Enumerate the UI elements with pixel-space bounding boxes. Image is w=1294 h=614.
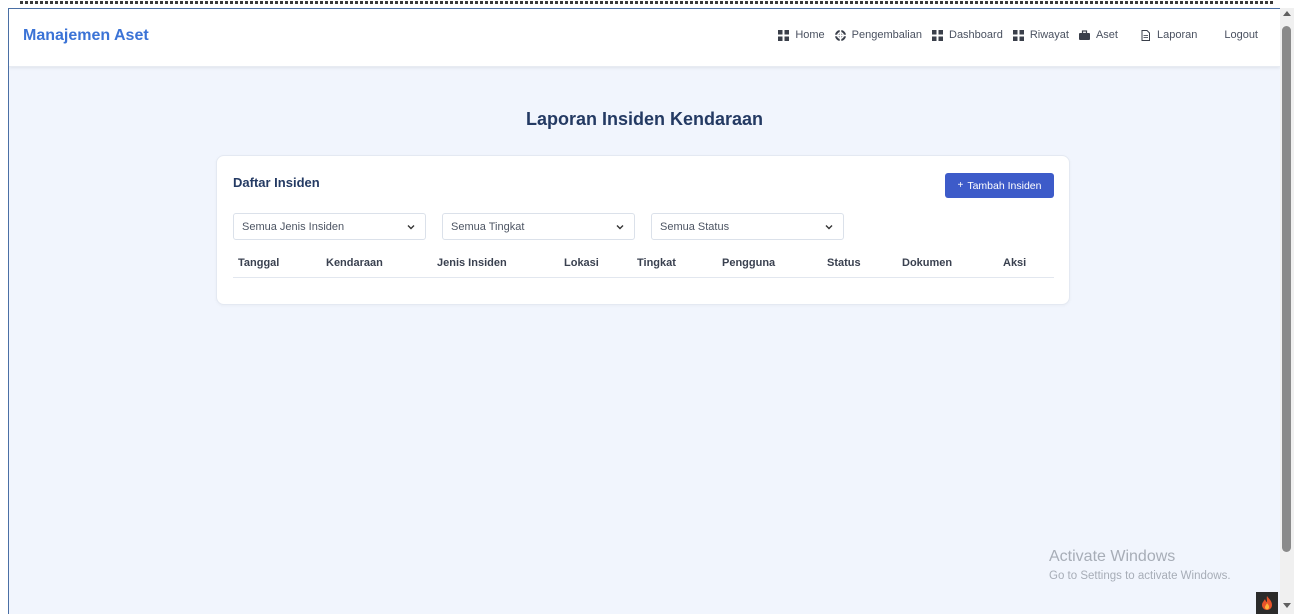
grid-icon (932, 29, 943, 41)
logout-link[interactable]: Logout (1224, 29, 1258, 41)
nav-item-label: Pengembalian (851, 29, 922, 41)
nav-item-dashboard[interactable]: Dashboard (932, 29, 1003, 41)
scroll-down-arrow-icon[interactable] (1283, 603, 1291, 608)
filter-tingkat-value: Semua Tingkat (451, 220, 525, 233)
navbar: Manajemen Aset Home Pengembalian Dashboa… (9, 9, 1280, 67)
briefcase-icon (1078, 29, 1090, 41)
activate-windows-watermark: Activate Windows Go to Settings to activ… (1049, 548, 1231, 582)
add-incident-button[interactable]: + Tambah Insiden (945, 173, 1054, 198)
column-header-status: Status (827, 257, 861, 269)
nav-item-riwayat[interactable]: Riwayat (1012, 29, 1069, 41)
top-strip (0, 0, 1294, 8)
nav-item-label: Dashboard (949, 29, 1003, 41)
scrollbar-thumb[interactable] (1282, 26, 1291, 552)
plus-icon: + (957, 180, 964, 191)
column-header-tingkat: Tingkat (637, 257, 676, 269)
watermark-title: Activate Windows (1049, 548, 1176, 565)
column-header-kendaraan: Kendaraan (326, 257, 383, 269)
nav-item-aset[interactable]: Aset (1078, 29, 1118, 41)
chevron-down-icon (406, 222, 416, 232)
vertical-scrollbar[interactable] (1280, 8, 1294, 614)
nav-item-label: Home (795, 29, 825, 41)
dashed-border (20, 1, 1274, 4)
nav-item-label: Laporan (1156, 29, 1198, 41)
nav-item-label: Riwayat (1029, 29, 1069, 41)
scroll-up-arrow-icon[interactable] (1283, 11, 1291, 16)
incident-card: Daftar Insiden + Tambah Insiden Semua Je… (216, 155, 1070, 305)
add-incident-label: Tambah Insiden (967, 179, 1042, 192)
table-header: Tanggal Kendaraan Jenis Insiden Lokasi T… (233, 256, 1054, 278)
filter-jenis-value: Semua Jenis Insiden (242, 220, 345, 233)
filter-status-value: Semua Status (660, 220, 730, 233)
card-title: Daftar Insiden (233, 175, 320, 190)
column-header-aksi: Aksi (1003, 257, 1027, 269)
filter-jenis-insiden[interactable]: Semua Jenis Insiden (233, 213, 426, 240)
nav-item-laporan[interactable]: Laporan (1140, 29, 1197, 41)
browser-viewport: Manajemen Aset Home Pengembalian Dashboa… (8, 8, 1280, 614)
chevron-down-icon (615, 222, 625, 232)
lifebuoy-icon (834, 29, 846, 41)
column-header-pengguna: Pengguna (722, 257, 776, 269)
column-header-lokasi: Lokasi (564, 257, 599, 269)
column-header-dokumen: Dokumen (902, 257, 953, 269)
brand-logo[interactable]: Manajemen Aset (23, 27, 149, 45)
filter-status[interactable]: Semua Status (651, 213, 844, 240)
nav-item-pengembalian[interactable]: Pengembalian (834, 29, 922, 41)
column-header-tanggal: Tanggal (238, 257, 280, 269)
nav-item-home[interactable]: Home (778, 29, 825, 41)
main-nav: Home Pengembalian Dashboard Riwayat Aset… (768, 29, 1258, 41)
flame-icon[interactable] (1256, 592, 1278, 614)
column-header-jenis-insiden: Jenis Insiden (437, 257, 507, 269)
watermark-subtitle: Go to Settings to activate Windows. (1049, 570, 1231, 582)
page-title: Laporan Insiden Kendaraan (525, 109, 764, 129)
grid-icon (778, 29, 790, 41)
grid-icon (1012, 29, 1024, 41)
chevron-down-icon (824, 222, 834, 232)
nav-item-label: Aset (1095, 29, 1118, 41)
document-icon (1140, 29, 1151, 41)
filter-tingkat[interactable]: Semua Tingkat (442, 213, 635, 240)
